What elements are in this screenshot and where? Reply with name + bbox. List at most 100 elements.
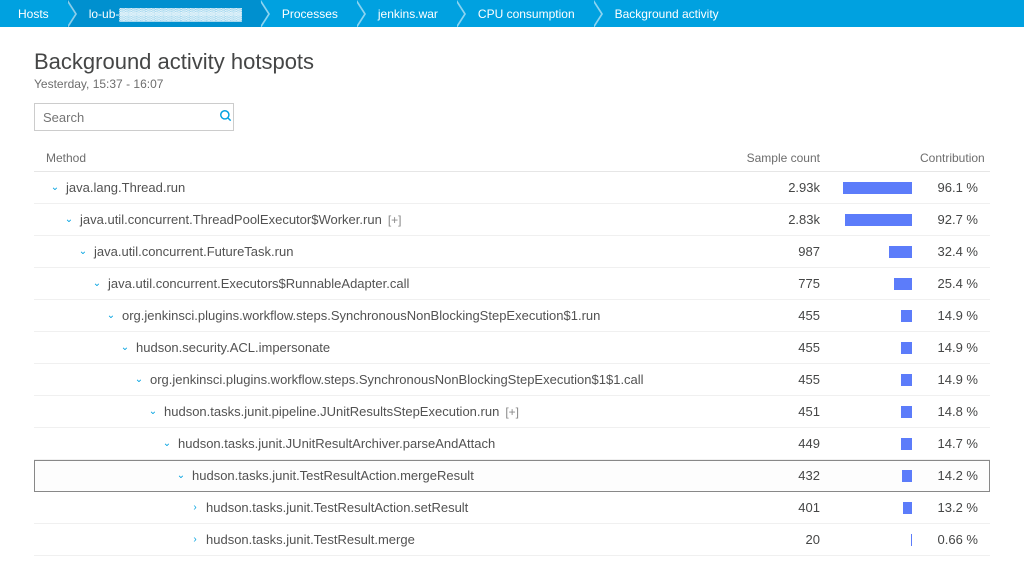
method-cell: ⌄ hudson.tasks.junit.TestResultAction.mer…: [34, 468, 720, 483]
search-box[interactable]: [34, 103, 234, 131]
method-label: hudson.tasks.junit.TestResultAction.merg…: [192, 468, 474, 483]
contribution-bar: [840, 406, 920, 418]
contribution-bar: [840, 534, 920, 546]
sample-count: 2.83k: [720, 212, 840, 227]
table-header: Method Sample count Contribution: [34, 145, 990, 172]
contribution-bar: [840, 278, 920, 290]
sample-count: 775: [720, 276, 840, 291]
sample-count: 401: [720, 500, 840, 515]
table-row[interactable]: ⌄ java.lang.Thread.run 2.93k 96.1 %: [34, 172, 990, 204]
chevron-down-icon[interactable]: ⌄: [118, 342, 132, 353]
sample-count: 20: [720, 532, 840, 547]
method-cell: ⌄ java.util.concurrent.FutureTask.run: [34, 244, 720, 259]
sample-count: 455: [720, 308, 840, 323]
table-row[interactable]: ⌄java.util.concurrent.FutureTask.run9873…: [34, 236, 990, 268]
hotspot-table: Method Sample count Contribution ⌄ java.l…: [34, 145, 990, 556]
method-cell: ⌄ org.jenkinsci.plugins.workflow.steps.Sy…: [34, 308, 720, 323]
contribution-bar: [840, 374, 920, 386]
contribution-pct: 14.7 %: [920, 436, 990, 451]
contribution-bar: [840, 342, 920, 354]
breadcrumb-item[interactable]: Hosts: [8, 0, 67, 27]
chevron-down-icon[interactable]: ⌄: [146, 406, 160, 417]
contribution-pct: 14.9 %: [920, 372, 990, 387]
table-row[interactable]: › hudson.tasks.junit.TestResult.merge 20 0.…: [34, 524, 990, 556]
method-cell: ⌄ java.util.concurrent.Executors$Runnable…: [34, 276, 720, 291]
table-row[interactable]: ⌄ hudson.security.ACL.impersonate 455 14.9 …: [34, 332, 990, 364]
sample-count: 2.93k: [720, 180, 840, 195]
expand-more-icon[interactable]: [+]: [388, 213, 402, 227]
chevron-down-icon[interactable]: ⌄: [160, 438, 174, 449]
search-input[interactable]: [43, 110, 219, 125]
table-row[interactable]: › hudson.tasks.junit.TestResultAction.set…: [34, 492, 990, 524]
table-row[interactable]: ⌄ hudson.tasks.junit.pipeline.JUnitResult…: [34, 396, 990, 428]
expand-more-icon[interactable]: [+]: [505, 405, 519, 419]
chevron-down-icon[interactable]: ⌄: [62, 214, 76, 225]
chevron-down-icon[interactable]: ⌄: [76, 246, 90, 257]
page-title: Background activity hotspots: [34, 49, 990, 75]
method-cell: ⌄ hudson.tasks.junit.pipeline.JUnitResult…: [34, 404, 720, 419]
contribution-pct: 92.7 %: [920, 212, 990, 227]
contribution-bar: [840, 310, 920, 322]
method-label: hudson.tasks.junit.TestResultAction.setR…: [206, 500, 468, 515]
chevron-down-icon[interactable]: ⌄: [104, 310, 118, 321]
method-cell: ⌄ java.util.concurrent.ThreadPoolExecutor…: [34, 212, 720, 227]
table-row[interactable]: ⌄ java.util.concurrent.Executors$Runnable…: [34, 268, 990, 300]
chevron-down-icon[interactable]: ⌄: [90, 278, 104, 289]
contribution-bar: [840, 470, 920, 482]
table-row[interactable]: ⌄ hudson.tasks.junit.JUnitResultArchiver.…: [34, 428, 990, 460]
table-row[interactable]: ⌄ org.jenkinsci.plugins.workflow.steps.Sy…: [34, 300, 990, 332]
sample-count: 455: [720, 372, 840, 387]
contribution-pct: 14.9 %: [920, 340, 990, 355]
method-cell: ⌄ hudson.security.ACL.impersonate: [34, 340, 720, 355]
breadcrumb-item[interactable]: Processes: [260, 0, 356, 27]
breadcrumb-item[interactable]: Background activity: [593, 0, 737, 27]
contribution-pct: 32.4 %: [920, 244, 990, 259]
sample-count: 449: [720, 436, 840, 451]
method-label: hudson.tasks.junit.JUnitResultArchiver.p…: [178, 436, 495, 451]
contribution-bar: [840, 182, 920, 194]
method-cell: ⌄ org.jenkinsci.plugins.workflow.steps.Sy…: [34, 372, 720, 387]
method-cell: › hudson.tasks.junit.TestResultAction.set…: [34, 500, 720, 515]
method-label: java.util.concurrent.Executors$RunnableA…: [108, 276, 409, 291]
method-label: org.jenkinsci.plugins.workflow.steps.Syn…: [150, 372, 644, 387]
contribution-pct: 13.2 %: [920, 500, 990, 515]
chevron-down-icon[interactable]: ⌄: [174, 470, 188, 481]
breadcrumb-item[interactable]: jenkins.war: [356, 0, 456, 27]
table-row[interactable]: ⌄ org.jenkinsci.plugins.workflow.steps.Sy…: [34, 364, 990, 396]
contribution-pct: 96.1 %: [920, 180, 990, 195]
contribution-bar: [840, 246, 920, 258]
col-bar: [840, 151, 920, 165]
method-label: java.lang.Thread.run: [66, 180, 185, 195]
method-cell: ⌄ hudson.tasks.junit.JUnitResultArchiver.…: [34, 436, 720, 451]
contribution-pct: 14.8 %: [920, 404, 990, 419]
sample-count: 451: [720, 404, 840, 419]
contribution-bar: [840, 502, 920, 514]
method-cell: › hudson.tasks.junit.TestResult.merge: [34, 532, 720, 547]
chevron-right-icon[interactable]: ›: [188, 502, 202, 513]
sample-count: 432: [720, 468, 840, 483]
col-contrib: Contribution: [920, 151, 990, 165]
method-label: hudson.tasks.junit.TestResult.merge: [206, 532, 415, 547]
method-label: hudson.tasks.junit.pipeline.JUnitResults…: [164, 404, 499, 419]
contribution-pct: 25.4 %: [920, 276, 990, 291]
time-range: Yesterday, 15:37 - 16:07: [34, 77, 990, 91]
method-label: org.jenkinsci.plugins.workflow.steps.Syn…: [122, 308, 600, 323]
breadcrumb-bar: Hostslo-ub-▓▓▓▓▓▓▓▓▓▓▓▓▓▓Processesjenkin…: [0, 0, 1024, 27]
chevron-down-icon[interactable]: ⌄: [132, 374, 146, 385]
search-icon[interactable]: [219, 109, 233, 126]
contribution-pct: 14.9 %: [920, 308, 990, 323]
contribution-pct: 0.66 %: [920, 532, 990, 547]
method-label: java.util.concurrent.FutureTask.run: [94, 244, 293, 259]
breadcrumb-item[interactable]: CPU consumption: [456, 0, 593, 27]
method-cell: ⌄ java.lang.Thread.run: [34, 180, 720, 195]
chevron-down-icon[interactable]: ⌄: [48, 182, 62, 193]
table-row[interactable]: ⌄ java.util.concurrent.ThreadPoolExecutor…: [34, 204, 990, 236]
sample-count: 455: [720, 340, 840, 355]
chevron-right-icon[interactable]: ›: [188, 534, 202, 545]
method-label: hudson.security.ACL.impersonate: [136, 340, 330, 355]
method-label: java.util.concurrent.ThreadPoolExecutor$…: [80, 212, 382, 227]
table-row[interactable]: ⌄ hudson.tasks.junit.TestResultAction.mer…: [34, 460, 990, 492]
contribution-pct: 14.2 %: [920, 468, 990, 483]
breadcrumb-item[interactable]: lo-ub-▓▓▓▓▓▓▓▓▓▓▓▓▓▓: [67, 0, 260, 27]
contribution-bar: [840, 214, 920, 226]
